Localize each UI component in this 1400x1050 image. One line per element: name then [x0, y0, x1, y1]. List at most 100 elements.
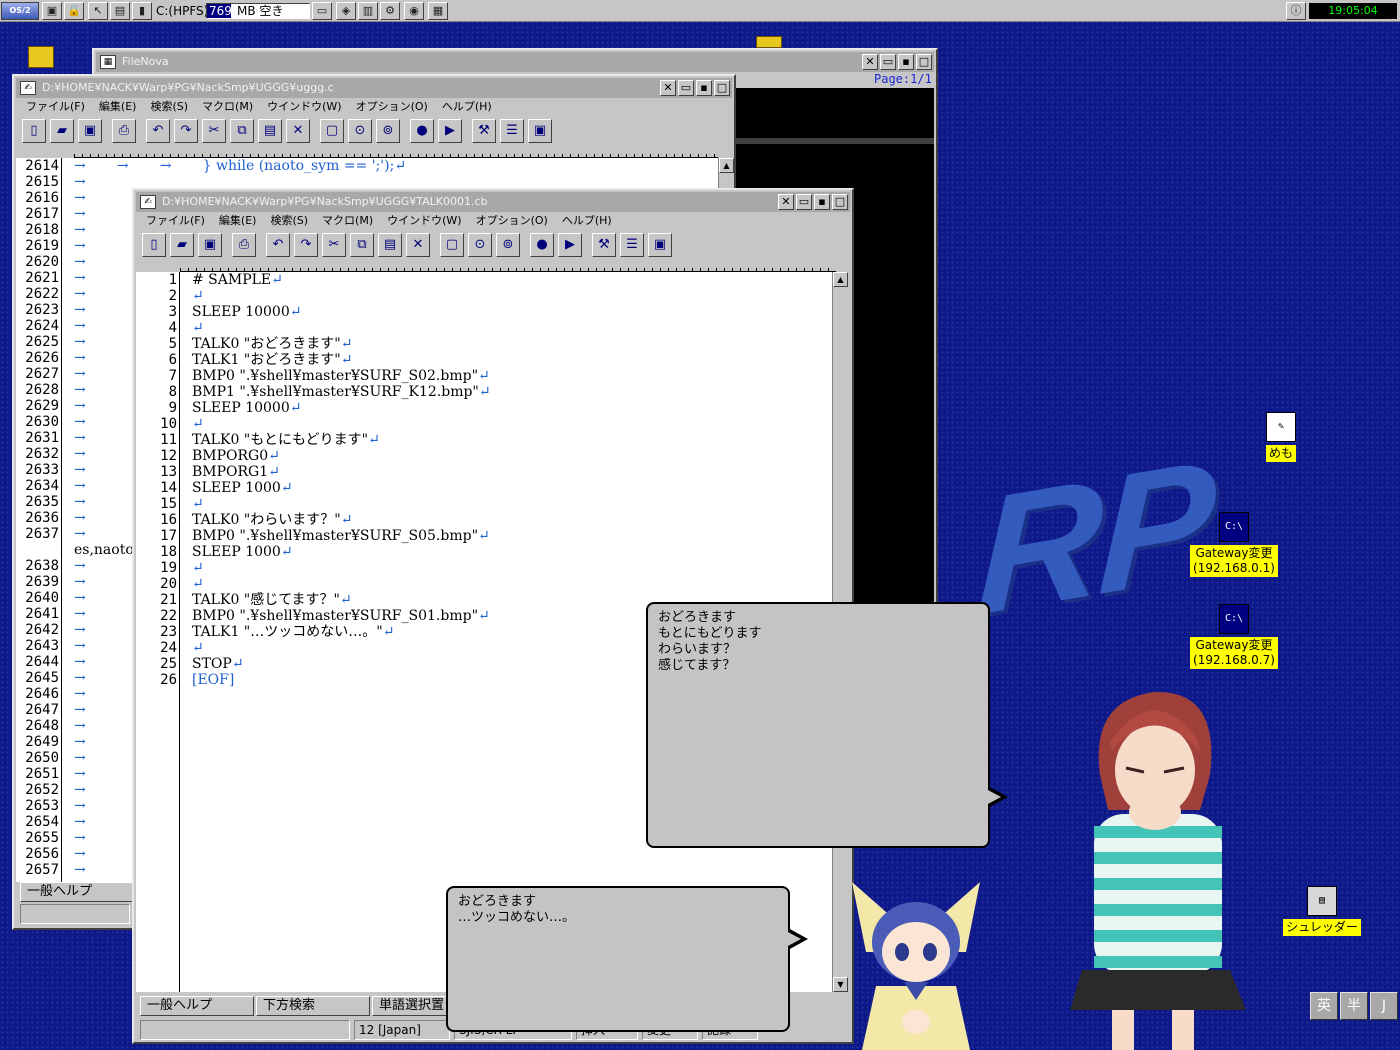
shutdown-icon[interactable]: ◉	[404, 2, 424, 20]
fkey-general-help[interactable]: 一般ヘルプ	[140, 996, 254, 1016]
fkey-search-down[interactable]: 下方検索	[256, 996, 370, 1016]
desktop-icon-shredder[interactable]: ▤ シュレッダー	[1274, 886, 1370, 936]
copy-icon[interactable]: ⧉	[350, 233, 374, 257]
window-list-icon[interactable]: ▭	[880, 54, 896, 70]
list-icon[interactable]: ☰	[620, 233, 644, 257]
minimize-icon[interactable]: ▪	[814, 194, 830, 210]
find-down-icon[interactable]: ⊚	[496, 233, 520, 257]
find-up-icon[interactable]: ⊙	[348, 119, 372, 143]
ime-japanese-key[interactable]: J	[1370, 992, 1398, 1020]
record-macro-icon[interactable]: ●	[530, 233, 554, 257]
small-girl-character-image[interactable]	[846, 872, 986, 1050]
window-list-icon[interactable]: ▭	[678, 80, 694, 96]
save-icon[interactable]: ▣	[78, 119, 102, 143]
monitor-icon[interactable]: ▤	[110, 2, 130, 20]
menu-window[interactable]: ウインドウ(W)	[387, 212, 461, 230]
paste-icon[interactable]: ▤	[258, 119, 282, 143]
close-icon[interactable]: ✕	[862, 54, 878, 70]
find-up-icon[interactable]: ⊙	[468, 233, 492, 257]
editor-titlebar[interactable]: ✍ D:¥HOME¥NACK¥Warp¥PG¥NackSmp¥UGGG¥TALK…	[136, 192, 850, 212]
play-macro-icon[interactable]: ▶	[438, 119, 462, 143]
desktop-folder-icon[interactable]	[28, 46, 54, 68]
menu-window[interactable]: ウインドウ(W)	[267, 98, 341, 116]
package-icon[interactable]: ▦	[428, 2, 448, 20]
play-macro-icon[interactable]: ▶	[558, 233, 582, 257]
display-icon[interactable]: ▣	[528, 119, 552, 143]
new-file-icon[interactable]: ▯	[142, 233, 166, 257]
desktop-icon-memo[interactable]: ✎ めも	[1250, 412, 1312, 462]
system-menu-icon[interactable]: ✍	[140, 195, 156, 209]
drive-icon[interactable]: ▮	[132, 2, 152, 20]
window-title: D:¥HOME¥NACK¥Warp¥PG¥NackSmp¥UGGG¥uggg.c	[42, 81, 334, 94]
girl-character-image[interactable]	[1060, 680, 1280, 1050]
lock-icon[interactable]: 🔒	[64, 2, 84, 20]
menu-options[interactable]: オプション(O)	[476, 212, 548, 230]
desktop-icon-gateway-1[interactable]: C:\ Gateway変更 (192.168.0.1)	[1186, 512, 1282, 577]
paste-icon[interactable]: ▤	[378, 233, 402, 257]
delete-icon[interactable]: ✕	[406, 233, 430, 257]
menu-file[interactable]: ファイル(F)	[26, 98, 85, 116]
info-icon[interactable]: ⓘ	[1286, 2, 1306, 20]
display-icon[interactable]: ▣	[648, 233, 672, 257]
keyboard-icon[interactable]: ▭	[312, 2, 332, 20]
system-menu-icon[interactable]: ✍	[20, 81, 36, 95]
maximize-icon[interactable]: □	[832, 194, 848, 210]
menu-help[interactable]: ヘルプ(H)	[442, 98, 492, 116]
menu-search[interactable]: 検索(S)	[270, 212, 308, 230]
menu-options[interactable]: オプション(O)	[356, 98, 428, 116]
maximize-icon[interactable]: □	[714, 80, 730, 96]
desktop-icon-gateway-7[interactable]: C:\ Gateway変更 (192.168.0.7)	[1186, 604, 1282, 669]
system-menu-icon[interactable]: ▦	[100, 55, 116, 69]
desktop-folder-icon[interactable]	[756, 36, 782, 48]
editor-titlebar[interactable]: ✍ D:¥HOME¥NACK¥Warp¥PG¥NackSmp¥UGGG¥uggg…	[16, 78, 732, 98]
cut-icon[interactable]: ✂	[202, 119, 226, 143]
tools-icon[interactable]: ⚙	[380, 2, 400, 20]
menu-edit[interactable]: 編集(E)	[219, 212, 257, 230]
minimize-icon[interactable]: ▪	[898, 54, 914, 70]
open-folder-icon[interactable]: ▰	[50, 119, 74, 143]
menu-file[interactable]: ファイル(F)	[146, 212, 205, 230]
disk-icon[interactable]: ◈	[336, 2, 356, 20]
maximize-icon[interactable]: □	[916, 54, 932, 70]
undo-icon[interactable]: ↶	[146, 119, 170, 143]
settings-icon[interactable]: ⚒	[592, 233, 616, 257]
print-icon[interactable]: ⎙	[112, 119, 136, 143]
menu-macro[interactable]: マクロ(M)	[202, 98, 253, 116]
find-icon[interactable]: ▢	[440, 233, 464, 257]
settings-icon[interactable]: ⚒	[472, 119, 496, 143]
redo-icon[interactable]: ↷	[294, 233, 318, 257]
close-icon[interactable]: ✕	[778, 194, 794, 210]
save-icon[interactable]: ▣	[198, 233, 222, 257]
open-folder-icon[interactable]: ▰	[170, 233, 194, 257]
menu-search[interactable]: 検索(S)	[150, 98, 188, 116]
menu-macro[interactable]: マクロ(M)	[322, 212, 373, 230]
menu-edit[interactable]: 編集(E)	[99, 98, 137, 116]
filenova-titlebar[interactable]: ▦ FileNova ✕ ▭ ▪ □	[96, 52, 934, 72]
redo-icon[interactable]: ↷	[174, 119, 198, 143]
line-number: 2650	[25, 750, 59, 766]
menu-help[interactable]: ヘルプ(H)	[562, 212, 612, 230]
print-icon[interactable]: ⎙	[232, 233, 256, 257]
copy-icon[interactable]: ⧉	[230, 119, 254, 143]
os2-logo[interactable]: OS/2	[1, 2, 39, 20]
scroll-up-icon[interactable]: ▲	[833, 272, 848, 287]
ime-hankaku-key[interactable]: 半	[1340, 992, 1368, 1020]
pointer-icon[interactable]: ↖	[88, 2, 108, 20]
fkey-general-help[interactable]: 一般ヘルプ	[20, 882, 134, 902]
ime-eisu-key[interactable]: 英	[1310, 992, 1338, 1020]
list-icon[interactable]: ☰	[500, 119, 524, 143]
new-file-icon[interactable]: ▯	[22, 119, 46, 143]
scroll-up-icon[interactable]: ▲	[719, 158, 734, 173]
close-icon[interactable]: ✕	[660, 80, 676, 96]
find-icon[interactable]: ▢	[320, 119, 344, 143]
windows-list-icon[interactable]: ▣	[42, 2, 62, 20]
pane-divider[interactable]	[734, 138, 934, 144]
record-macro-icon[interactable]: ●	[410, 119, 434, 143]
undo-icon[interactable]: ↶	[266, 233, 290, 257]
window-list-icon[interactable]: ▭	[796, 194, 812, 210]
cut-icon[interactable]: ✂	[322, 233, 346, 257]
minimize-icon[interactable]: ▪	[696, 80, 712, 96]
delete-icon[interactable]: ✕	[286, 119, 310, 143]
folder-icon[interactable]: ▥	[358, 2, 378, 20]
find-down-icon[interactable]: ⊚	[376, 119, 400, 143]
